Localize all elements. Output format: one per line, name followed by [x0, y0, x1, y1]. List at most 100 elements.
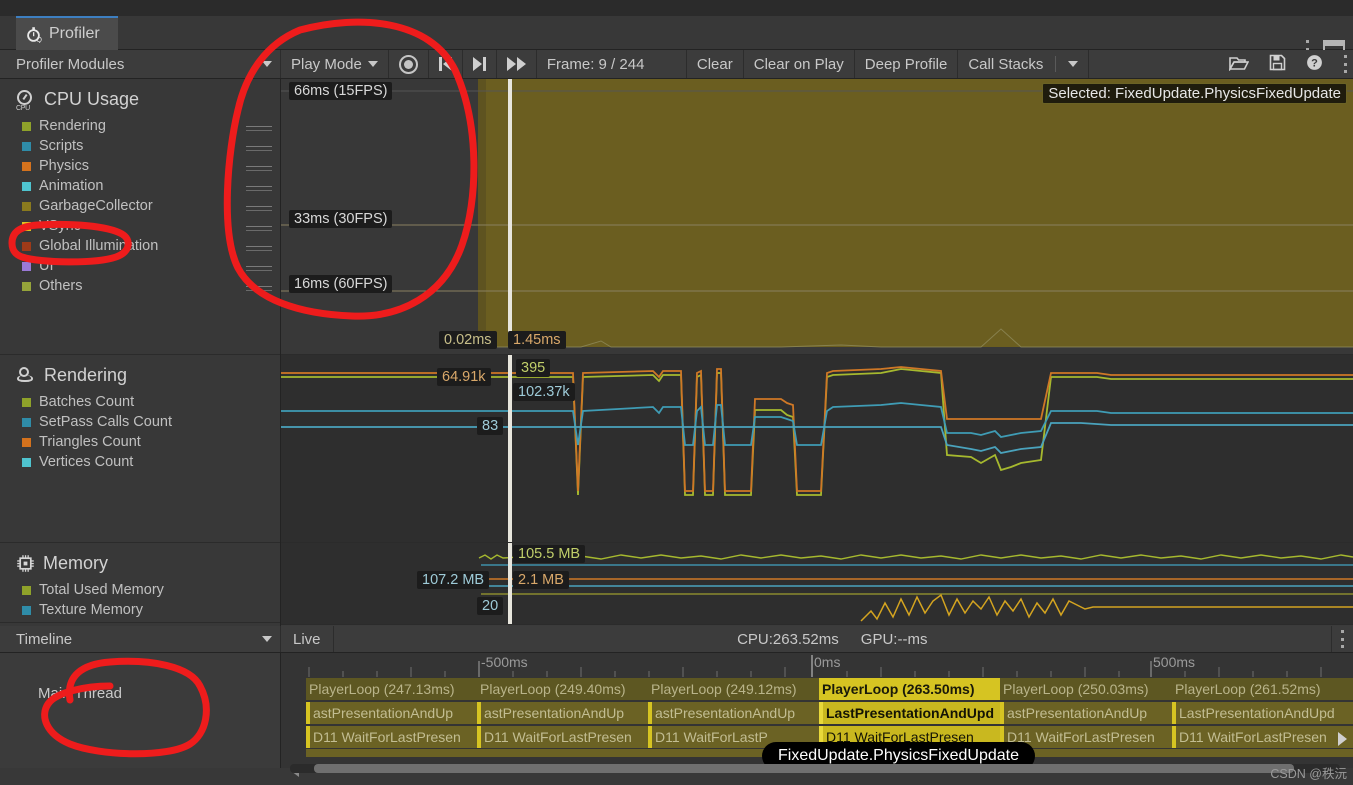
counter-total-used-memory[interactable]: Total Used Memory — [0, 580, 280, 600]
module-title: Rendering — [44, 365, 128, 385]
counter-garbagecollector[interactable]: GarbageCollector — [0, 196, 280, 216]
timeline-block[interactable]: astPresentationAndUp — [306, 702, 477, 724]
timeline-block[interactable]: astPresentationAndUp — [648, 702, 819, 724]
deep-profile-label: Deep Profile — [864, 55, 948, 73]
gpu-stat-label: GPU:--ms — [860, 630, 928, 648]
rendering-value-left: 64.91k — [437, 368, 491, 386]
profiler-toolbar: Profiler Modules Play Mode Frame: 9 / 24… — [0, 50, 1353, 79]
deep-profile-button[interactable]: Deep Profile — [855, 50, 959, 78]
help-question-icon: ? — [1306, 54, 1323, 75]
timeline-block[interactable] — [1172, 749, 1353, 757]
timeline-block[interactable] — [306, 749, 477, 757]
help-button[interactable]: ? — [1296, 50, 1333, 78]
record-button[interactable] — [389, 50, 429, 78]
counter-vertices-count[interactable]: Vertices Count — [0, 452, 280, 472]
cpu-usage-chart[interactable]: 66ms (15FPS) 33ms (30FPS) 16ms (60FPS) 0… — [281, 79, 1353, 355]
color-swatch — [22, 261, 31, 271]
ruler-label-minus500: -500ms — [481, 654, 528, 670]
thread-main-label[interactable]: Main Thread — [38, 685, 122, 702]
cpu-grid-label-33ms: 33ms (30FPS) — [289, 210, 393, 228]
counter-physics[interactable]: Physics — [0, 156, 280, 176]
timeline-block[interactable]: D11 WaitForLastPresen — [477, 726, 648, 748]
tab-profiler[interactable]: Q Profiler — [16, 16, 118, 50]
clear-on-play-button[interactable]: Clear on Play — [744, 50, 855, 78]
timeline-block[interactable]: PlayerLoop (261.52ms) — [1172, 678, 1353, 700]
counter-animation[interactable]: Animation — [0, 176, 280, 196]
timeline-block[interactable] — [477, 749, 648, 757]
tab-label: Profiler — [49, 25, 100, 42]
more-options-icon — [1341, 630, 1345, 648]
timeline-block[interactable]: PlayerLoop (247.13ms) — [306, 678, 477, 700]
counter-rendering[interactable]: Rendering — [0, 116, 280, 136]
counter-scripts[interactable]: Scripts — [0, 136, 280, 156]
counter-label: Vertices Count — [39, 454, 134, 470]
open-folder-icon — [1228, 54, 1250, 75]
color-swatch — [22, 437, 31, 447]
timeline-block[interactable]: LastPresentationAndUpd — [1172, 702, 1353, 724]
counter-sparkline — [246, 206, 272, 211]
timeline-block[interactable]: PlayerLoop (249.12ms) — [648, 678, 819, 700]
module-title: CPU Usage — [44, 89, 140, 109]
play-mode-label: Play Mode — [291, 55, 362, 73]
stopwatch-icon: Q — [26, 26, 43, 44]
last-frame-button[interactable] — [497, 50, 537, 78]
counter-others[interactable]: Others — [0, 276, 280, 296]
frame-counter: Frame: 9 / 244 — [537, 50, 687, 78]
counter-label: Texture Memory — [39, 602, 143, 618]
first-frame-button[interactable] — [429, 50, 463, 78]
scroll-right-arrow-icon[interactable] — [1338, 732, 1347, 746]
timeline-view-dropdown[interactable]: Timeline — [0, 626, 281, 652]
color-swatch — [22, 417, 31, 427]
horizontal-scrollbar[interactable] — [290, 764, 1340, 773]
color-swatch — [22, 161, 31, 171]
toolbar-overflow-button[interactable] — [1333, 50, 1353, 78]
save-profile-button[interactable] — [1259, 50, 1296, 78]
chevron-down-icon — [262, 636, 272, 642]
module-header: CPU CPU Usage — [0, 85, 280, 116]
svg-text:Q: Q — [37, 37, 43, 43]
timeline-block[interactable]: D11 WaitForLastPresen — [306, 726, 477, 748]
save-disk-icon — [1269, 54, 1286, 75]
timeline-overflow-button[interactable] — [1331, 626, 1353, 652]
rendering-chart[interactable]: 64.91k 83 395 102.37k — [281, 355, 1353, 543]
cpu-selected-label: Selected: FixedUpdate.PhysicsFixedUpdate — [1042, 83, 1347, 104]
memory-module-icon — [16, 554, 35, 573]
play-mode-dropdown[interactable]: Play Mode — [281, 50, 389, 78]
counter-setpass-calls-count[interactable]: SetPass Calls Count — [0, 412, 280, 432]
memory-chart[interactable]: 105.5 MB 107.2 MB 2.1 MB 20 — [281, 543, 1353, 625]
rendering-value-mid: 102.37k — [513, 383, 575, 401]
record-button-icon — [398, 54, 418, 74]
counter-batches-count[interactable]: Batches Count — [0, 392, 280, 412]
counter-triangles-count[interactable]: Triangles Count — [0, 432, 280, 452]
counter-global-illumination[interactable]: Global Illumination — [0, 236, 280, 256]
live-button[interactable]: Live — [281, 626, 334, 652]
module-cpu-usage[interactable]: CPU CPU Usage Rendering Scripts Physics — [0, 79, 280, 355]
timeline-block[interactable]: astPresentationAndUp — [1000, 702, 1172, 724]
timeline-block-selected[interactable]: LastPresentationAndUpd — [819, 702, 1000, 724]
timeline-block[interactable]: D11 WaitForLastPresen — [1172, 726, 1353, 748]
timeline-block[interactable]: PlayerLoop (249.40ms) — [477, 678, 648, 700]
clear-button[interactable]: Clear — [687, 50, 744, 78]
load-profile-button[interactable] — [1219, 50, 1259, 78]
separator — [1055, 56, 1057, 72]
timeline-block[interactable]: astPresentationAndUp — [477, 702, 648, 724]
step-prev-frame-icon — [472, 57, 486, 71]
counter-sparkline — [246, 226, 272, 231]
module-rendering[interactable]: Rendering Batches Count SetPass Calls Co… — [0, 355, 280, 543]
counter-label: Animation — [39, 178, 104, 194]
module-memory[interactable]: Memory Total Used Memory Texture Memory — [0, 543, 280, 623]
counter-label: Batches Count — [39, 394, 135, 410]
counter-texture-memory[interactable]: Texture Memory — [0, 600, 280, 620]
module-header: Rendering — [0, 361, 280, 392]
timeline-block-selected[interactable]: PlayerLoop (263.50ms) — [819, 678, 1000, 700]
cpu-grid-label-66ms: 66ms (15FPS) — [289, 82, 393, 100]
counter-ui[interactable]: UI — [0, 256, 280, 276]
chevron-down-icon — [262, 61, 272, 67]
next-frame-button[interactable] — [463, 50, 497, 78]
cpu-module-icon: CPU — [16, 89, 36, 112]
call-stacks-dropdown[interactable]: Call Stacks — [958, 50, 1090, 78]
counter-vsync[interactable]: VSync — [0, 216, 280, 236]
timeline-block[interactable]: PlayerLoop (250.03ms) — [1000, 678, 1172, 700]
profiler-modules-dropdown[interactable]: Profiler Modules — [0, 50, 281, 78]
color-swatch — [22, 605, 31, 615]
